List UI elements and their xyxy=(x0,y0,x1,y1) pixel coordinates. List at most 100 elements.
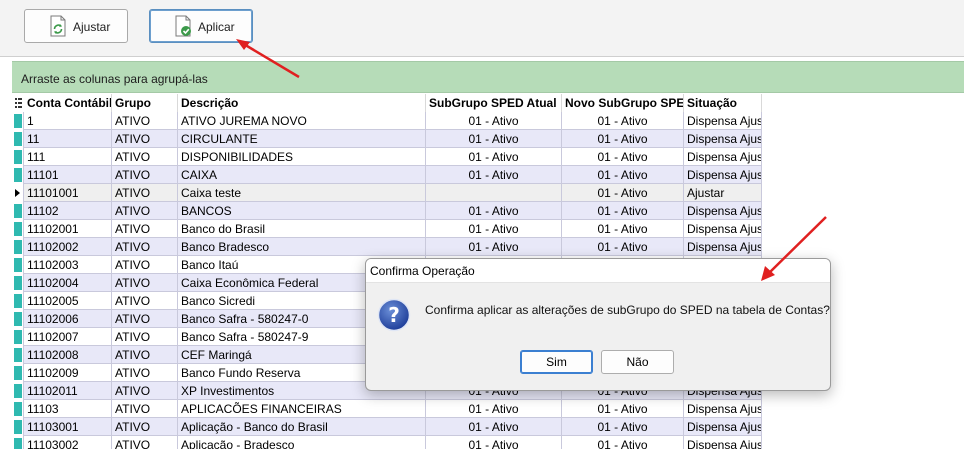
cell-grupo[interactable]: ATIVO xyxy=(112,256,178,274)
cell-subgrupo-atual[interactable]: 01 - Ativo xyxy=(426,112,562,130)
cell-situacao[interactable]: Dispensa Ajuste xyxy=(684,238,762,256)
column-header-subgrupo-atual[interactable]: SubGrupo SPED Atual xyxy=(426,94,562,112)
cell-descricao[interactable]: Banco Bradesco xyxy=(178,238,426,256)
cell-situacao[interactable]: Ajustar xyxy=(684,184,762,202)
cell-conta-contabil[interactable]: 11102001 xyxy=(24,220,112,238)
cell-subgrupo-atual[interactable]: 01 - Ativo xyxy=(426,418,562,436)
table-row[interactable]: 11103 ATIVO APLICACÕES FINANCEIRAS 01 - Ati… xyxy=(12,400,762,418)
cell-subgrupo-atual[interactable]: 01 - Ativo xyxy=(426,166,562,184)
column-header-situacao[interactable]: Situação xyxy=(684,94,762,112)
cell-grupo[interactable]: ATIVO xyxy=(112,274,178,292)
cell-grupo[interactable]: ATIVO xyxy=(112,166,178,184)
column-chooser-icon[interactable] xyxy=(12,94,24,112)
cell-situacao[interactable]: Dispensa Ajuste xyxy=(684,220,762,238)
table-row[interactable]: 11 ATIVO CIRCULANTE 01 - Ativo 01 - Ativo Dis… xyxy=(12,130,762,148)
cell-novo-subgrupo[interactable]: 01 - Ativo xyxy=(562,238,684,256)
cell-descricao[interactable]: Banco do Brasil xyxy=(178,220,426,238)
cell-situacao[interactable]: Dispensa Ajuste xyxy=(684,166,762,184)
cell-grupo[interactable]: ATIVO xyxy=(112,310,178,328)
row-indicator[interactable] xyxy=(12,382,24,400)
cell-grupo[interactable]: ATIVO xyxy=(112,418,178,436)
cell-descricao[interactable]: CAIXA xyxy=(178,166,426,184)
cell-descricao[interactable]: Caixa teste xyxy=(178,184,426,202)
cell-situacao[interactable]: Dispensa Ajuste xyxy=(684,418,762,436)
cell-conta-contabil[interactable]: 11102009 xyxy=(24,364,112,382)
cell-descricao[interactable]: DISPONIBILIDADES xyxy=(178,148,426,166)
cell-subgrupo-atual[interactable]: 01 - Ativo xyxy=(426,238,562,256)
table-row[interactable]: 11102 ATIVO BANCOS 01 - Ativo 01 - Ativo Disp… xyxy=(12,202,762,220)
row-indicator[interactable] xyxy=(12,238,24,256)
cell-novo-subgrupo[interactable]: 01 - Ativo xyxy=(562,436,684,449)
column-header-novo-subgrupo[interactable]: Novo SubGrupo SPED xyxy=(562,94,684,112)
column-header-descricao[interactable]: Descrição xyxy=(178,94,426,112)
cell-descricao[interactable]: CIRCULANTE xyxy=(178,130,426,148)
cell-descricao[interactable]: Aplicação - Banco do Brasil xyxy=(178,418,426,436)
cell-novo-subgrupo[interactable]: 01 - Ativo xyxy=(562,166,684,184)
column-header-grupo[interactable]: Grupo xyxy=(112,94,178,112)
row-indicator[interactable] xyxy=(12,310,24,328)
row-indicator[interactable] xyxy=(12,418,24,436)
cell-novo-subgrupo[interactable]: 01 - Ativo xyxy=(562,130,684,148)
row-indicator[interactable] xyxy=(12,400,24,418)
cell-conta-contabil[interactable]: 11102002 xyxy=(24,238,112,256)
cell-subgrupo-atual[interactable]: 01 - Ativo xyxy=(426,436,562,449)
row-indicator[interactable] xyxy=(12,220,24,238)
row-indicator[interactable] xyxy=(12,148,24,166)
table-row[interactable]: 11101001 ATIVO Caixa teste 01 - Ativo Ajusta… xyxy=(12,184,762,202)
row-indicator[interactable] xyxy=(12,112,24,130)
cell-grupo[interactable]: ATIVO xyxy=(112,292,178,310)
cell-grupo[interactable]: ATIVO xyxy=(112,328,178,346)
row-indicator[interactable] xyxy=(12,328,24,346)
cell-novo-subgrupo[interactable]: 01 - Ativo xyxy=(562,202,684,220)
cell-conta-contabil[interactable]: 11102003 xyxy=(24,256,112,274)
cell-conta-contabil[interactable]: 11 xyxy=(24,130,112,148)
cell-grupo[interactable]: ATIVO xyxy=(112,436,178,449)
table-row[interactable]: 11102001 ATIVO Banco do Brasil 01 - Ativo 01… xyxy=(12,220,762,238)
cell-grupo[interactable]: ATIVO xyxy=(112,184,178,202)
cell-situacao[interactable]: Dispensa Ajuste xyxy=(684,400,762,418)
cell-descricao[interactable]: APLICACÕES FINANCEIRAS xyxy=(178,400,426,418)
cell-grupo[interactable]: ATIVO xyxy=(112,400,178,418)
table-row[interactable]: 11101 ATIVO CAIXA 01 - Ativo 01 - Ativo Dispe… xyxy=(12,166,762,184)
current-row-indicator-icon[interactable] xyxy=(12,184,24,202)
cell-situacao[interactable]: Dispensa Ajuste xyxy=(684,436,762,449)
cell-conta-contabil[interactable]: 11103 xyxy=(24,400,112,418)
cell-novo-subgrupo[interactable]: 01 - Ativo xyxy=(562,184,684,202)
cell-grupo[interactable]: ATIVO xyxy=(112,238,178,256)
column-header-conta-contabil[interactable]: Conta Contábil xyxy=(24,94,112,112)
table-row[interactable]: 11103002 ATIVO Aplicação - Bradesco 01 - At… xyxy=(12,436,762,449)
cell-conta-contabil[interactable]: 111 xyxy=(24,148,112,166)
row-indicator[interactable] xyxy=(12,166,24,184)
cell-descricao[interactable]: Aplicação - Bradesco xyxy=(178,436,426,449)
row-indicator[interactable] xyxy=(12,256,24,274)
cell-grupo[interactable]: ATIVO xyxy=(112,130,178,148)
cell-situacao[interactable]: Dispensa Ajuste xyxy=(684,112,762,130)
cell-conta-contabil[interactable]: 11102 xyxy=(24,202,112,220)
table-row[interactable]: 1 ATIVO ATIVO JUREMA NOVO 01 - Ativo 01 - At… xyxy=(12,112,762,130)
cell-situacao[interactable]: Dispensa Ajuste xyxy=(684,148,762,166)
cell-subgrupo-atual[interactable]: 01 - Ativo xyxy=(426,400,562,418)
cell-descricao[interactable]: ATIVO JUREMA NOVO xyxy=(178,112,426,130)
row-indicator[interactable] xyxy=(12,202,24,220)
cell-grupo[interactable]: ATIVO xyxy=(112,148,178,166)
cell-grupo[interactable]: ATIVO xyxy=(112,364,178,382)
cell-descricao[interactable]: BANCOS xyxy=(178,202,426,220)
cell-conta-contabil[interactable]: 11102006 xyxy=(24,310,112,328)
cell-conta-contabil[interactable]: 1 xyxy=(24,112,112,130)
cell-conta-contabil[interactable]: 11102005 xyxy=(24,292,112,310)
cell-subgrupo-atual[interactable]: 01 - Ativo xyxy=(426,220,562,238)
cell-conta-contabil[interactable]: 11101001 xyxy=(24,184,112,202)
cell-grupo[interactable]: ATIVO xyxy=(112,202,178,220)
cell-subgrupo-atual[interactable] xyxy=(426,184,562,202)
table-row[interactable]: 11102002 ATIVO Banco Bradesco 01 - Ativo 01 … xyxy=(12,238,762,256)
cell-grupo[interactable]: ATIVO xyxy=(112,112,178,130)
cell-conta-contabil[interactable]: 11102007 xyxy=(24,328,112,346)
cell-subgrupo-atual[interactable]: 01 - Ativo xyxy=(426,202,562,220)
cell-conta-contabil[interactable]: 11102004 xyxy=(24,274,112,292)
cell-conta-contabil[interactable]: 11103001 xyxy=(24,418,112,436)
row-indicator[interactable] xyxy=(12,364,24,382)
cell-conta-contabil[interactable]: 11103002 xyxy=(24,436,112,449)
cell-subgrupo-atual[interactable]: 01 - Ativo xyxy=(426,148,562,166)
cell-grupo[interactable]: ATIVO xyxy=(112,382,178,400)
ajustar-button[interactable]: Ajustar xyxy=(24,9,128,43)
